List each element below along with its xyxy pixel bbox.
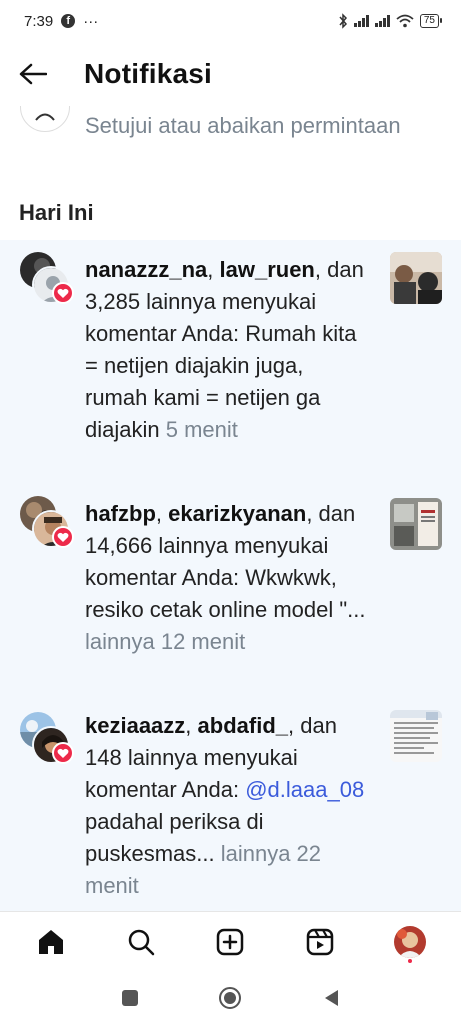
reels-icon [307,928,334,955]
bluetooth-icon [339,13,347,29]
back-button[interactable] [18,59,48,89]
notification-item[interactable]: keziaaazz, abdafid_, dan 148 lainnya men… [0,710,461,910]
section-title-today: Hari Ini [19,200,94,225]
username[interactable]: keziaaazz [85,713,185,738]
signal-icon-1 [353,15,369,27]
triangle-back-icon [324,989,338,1006]
notification-text: nanazzz_na, law_ruen, dan 3,285 lainnya … [85,254,370,446]
notification-item[interactable]: hafzbp, ekarizkyanan, dan 14,666 lainnya… [0,496,461,696]
bottom-navigation [0,911,461,971]
post-thumbnail[interactable] [390,710,442,762]
mention-link[interactable]: @d.laaa_08 [245,777,364,802]
wifi-icon [396,14,414,28]
home-icon [38,929,63,954]
post-thumbnail[interactable] [390,252,442,304]
username[interactable]: hafzbp [85,501,156,526]
more-notifications-icon: ··· [83,12,99,30]
home-tab[interactable] [29,920,73,964]
heart-icon [52,742,74,764]
circle-icon [219,986,242,1009]
separator: , [155,501,169,526]
notification-text: keziaaazz, abdafid_, dan 148 lainnya men… [85,710,370,902]
username[interactable]: abdafid_ [198,713,288,738]
username[interactable]: law_ruen [220,257,315,282]
profile-tab[interactable] [388,920,432,964]
post-thumbnail[interactable] [390,498,442,550]
reels-tab[interactable] [298,920,342,964]
create-tab[interactable] [208,920,252,964]
facebook-notification-icon: f [61,14,76,28]
plus-square-icon [217,928,244,955]
avatar-stack [20,252,76,308]
notification-list: nanazzz_na, law_ruen, dan 3,285 lainnya … [0,240,461,911]
username[interactable]: ekarizkyanan [168,501,306,526]
search-tab[interactable] [119,920,163,964]
separator: , [185,713,198,738]
avatar-stack [20,712,76,768]
search-icon [128,929,154,955]
header: Notifikasi [0,42,461,106]
system-navigation [0,971,461,1024]
person-icon [35,113,55,121]
activity-dot [408,958,413,963]
status-time: 7:39 [24,12,54,30]
arrow-left-icon [19,63,47,85]
system-back-button[interactable] [316,983,346,1013]
timestamp: 5 menit [165,417,238,442]
page-title: Notifikasi [84,58,213,89]
notification-item[interactable]: nanazzz_na, law_ruen, dan 3,285 lainnya … [0,252,461,482]
follow-requests-row[interactable]: Setujui atau abaikan permintaan [0,106,461,178]
follow-requests-subtitle: Setujui atau abaikan permintaan [85,113,401,138]
separator: , [207,257,220,282]
heart-icon [52,282,74,304]
home-button[interactable] [215,983,245,1013]
recents-button[interactable] [115,983,145,1013]
status-left: 7:39 f ··· [24,13,98,30]
avatar-stack [20,496,76,552]
notification-body: , dan 3,285 lainnya menyukai komentar An… [85,257,364,442]
battery-indicator: 75 [419,14,443,28]
heart-icon [52,526,74,548]
follow-requests-avatar [20,106,70,132]
username[interactable]: nanazzz_na [85,257,207,282]
avatar [394,925,427,958]
square-icon [122,989,139,1006]
status-right: 75 [338,13,443,29]
status-bar: 7:39 f ··· 75 [0,0,461,42]
more-and-timestamp[interactable]: lainnya 12 menit [85,629,245,654]
signal-icon-2 [374,15,390,27]
notification-text: hafzbp, ekarizkyanan, dan 14,666 lainnya… [85,498,370,658]
